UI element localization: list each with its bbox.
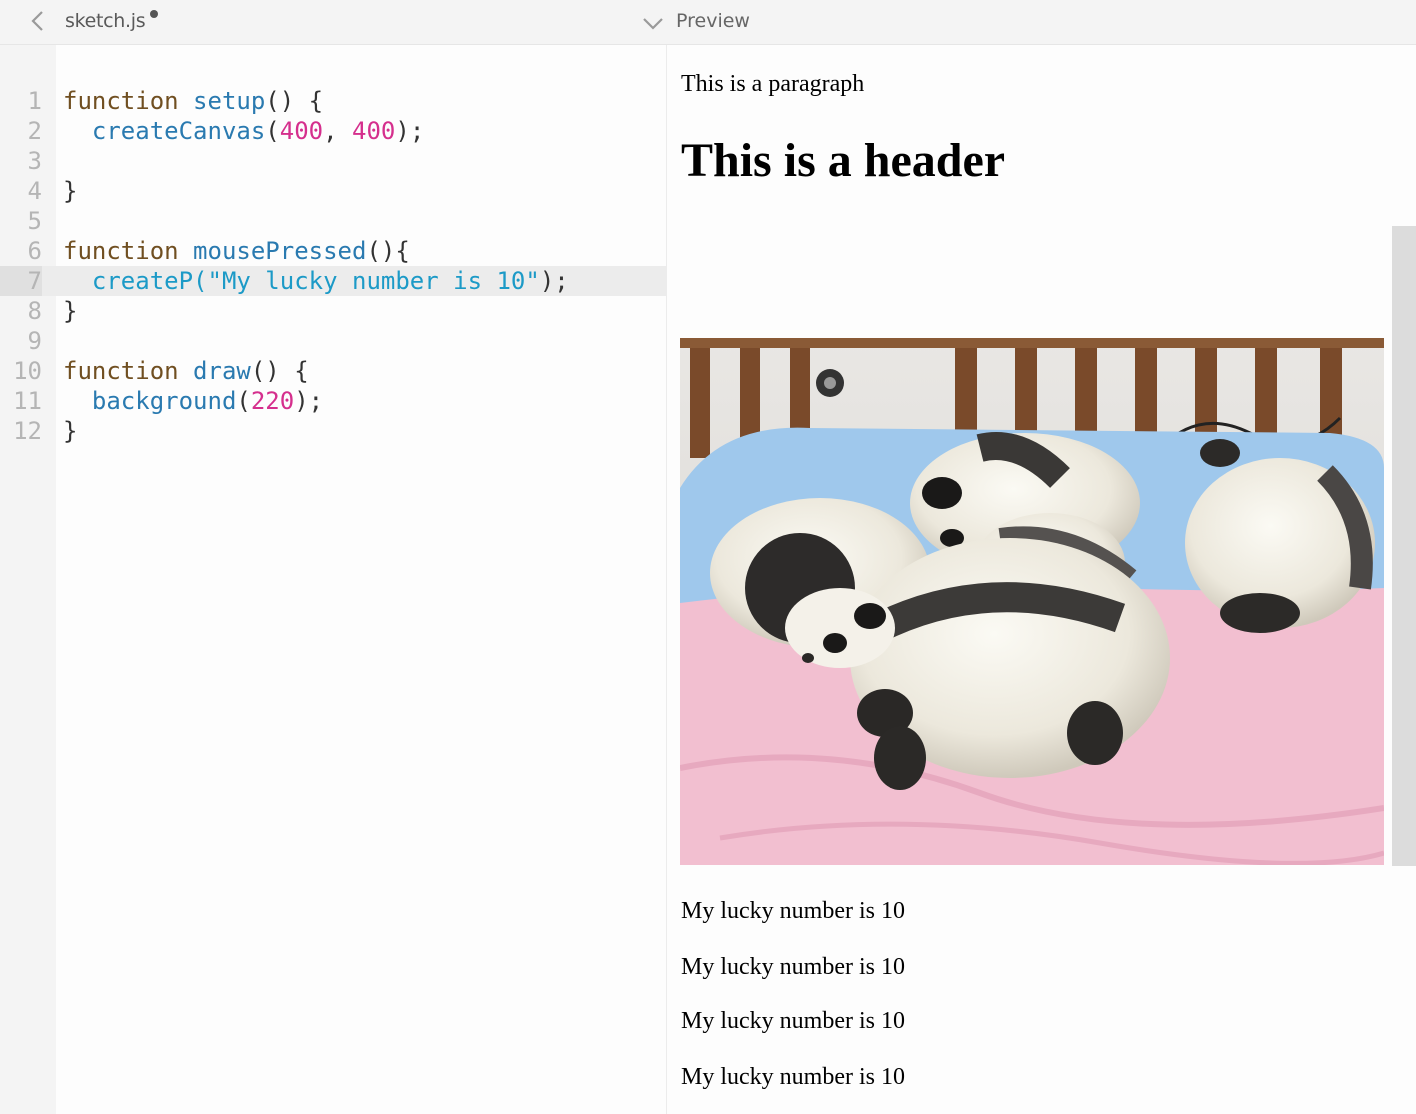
line-number: 6 (27, 237, 42, 265)
file-name-tab[interactable]: sketch.js (65, 10, 146, 32)
line-number: 8 (27, 297, 42, 325)
chevron-left-icon[interactable] (26, 8, 50, 34)
code-token: } (63, 177, 78, 205)
canvas-scrollbar[interactable] (1392, 226, 1416, 866)
code-token: () { (265, 87, 324, 115)
code-text[interactable]: function draw() { (63, 356, 309, 386)
line-number: 4 (27, 177, 42, 205)
code-token: ); (294, 387, 324, 415)
code-token: setup (193, 87, 266, 115)
baby-pandas-image (680, 338, 1384, 865)
code-token: 400 (279, 117, 324, 145)
code-token: ( (236, 387, 251, 415)
code-text[interactable]: background(220); (63, 386, 323, 416)
code-token: ); (539, 267, 569, 295)
line-number: 5 (27, 207, 42, 235)
preview-paragraph: This is a paragraph (681, 71, 865, 97)
code-token: function (63, 357, 179, 385)
code-line[interactable]: 12} (0, 416, 666, 446)
code-token: , (323, 117, 353, 145)
code-token: } (63, 417, 78, 445)
code-line[interactable]: 6 function mousePressed(){ (0, 236, 666, 266)
code-token: (){ (366, 237, 410, 265)
code-token: mousePressed (193, 237, 367, 265)
code-text[interactable]: } (63, 416, 77, 446)
line-number: 9 (27, 327, 42, 355)
code-text[interactable]: function setup() { (63, 86, 323, 116)
code-line[interactable]: 11 background(220); (0, 386, 666, 416)
code-line[interactable]: 2 createCanvas(400, 400); (0, 116, 666, 146)
preview-pane: This is a paragraph This is a header My … (667, 45, 1416, 1114)
preview-label: Preview (676, 10, 750, 32)
code-line[interactable]: 3 (0, 146, 666, 176)
code-line[interactable]: 9 (0, 326, 666, 356)
code-text[interactable]: createP("My lucky number is 10"); (63, 266, 569, 296)
code-token: createCanvas (91, 117, 266, 145)
code-token: function (63, 237, 179, 265)
code-text[interactable]: function mousePressed(){ (63, 236, 410, 266)
line-number: 1 (27, 87, 42, 115)
preview-output-paragraph: My lucky number is 10 (681, 954, 905, 980)
code-line[interactable]: 7 createP("My lucky number is 10"); (0, 266, 666, 296)
code-token: draw (193, 357, 251, 385)
code-text[interactable]: createCanvas(400, 400); (63, 116, 424, 146)
code-text[interactable]: } (63, 176, 77, 206)
code-token: ); (395, 117, 425, 145)
code-lines[interactable]: 1 function setup() {2 createCanvas(400, 4… (0, 86, 666, 446)
preview-output-paragraph: My lucky number is 10 (681, 1064, 905, 1090)
preview-output-paragraph: My lucky number is 10 (681, 898, 905, 924)
line-number: 7 (0, 266, 42, 296)
code-token: } (63, 297, 78, 325)
line-number: 10 (13, 357, 42, 385)
code-line[interactable]: 5 (0, 206, 666, 236)
code-line[interactable]: 1 function setup() { (0, 86, 666, 116)
code-token: background (91, 387, 237, 415)
code-text[interactable]: } (63, 296, 77, 326)
preview-output-paragraph: My lucky number is 10 (681, 1008, 905, 1034)
preview-header: This is a header (681, 134, 1006, 187)
code-token: createP("My lucky number is 10" (91, 267, 540, 295)
line-number: 3 (27, 147, 42, 175)
code-line[interactable]: 10 function draw() { (0, 356, 666, 386)
line-number: 2 (27, 117, 42, 145)
code-line[interactable]: 8} (0, 296, 666, 326)
code-token: 220 (250, 387, 295, 415)
code-token: ( (265, 117, 280, 145)
line-number: 11 (13, 387, 42, 415)
unsaved-dot-icon (150, 10, 158, 18)
code-token: function (63, 87, 179, 115)
editor-header: sketch.js Preview (0, 0, 1416, 45)
code-token: 400 (352, 117, 396, 145)
code-line[interactable]: 4} (0, 176, 666, 206)
line-number: 12 (13, 417, 42, 445)
chevron-down-icon[interactable] (640, 10, 666, 36)
code-token: () { (250, 357, 309, 385)
